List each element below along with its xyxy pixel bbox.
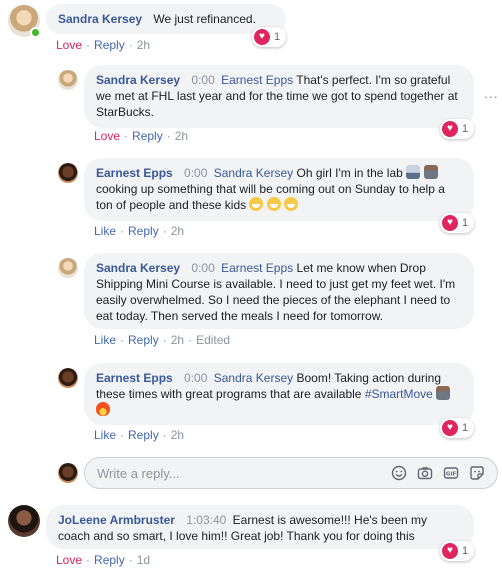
grinning-emoji-icon	[249, 197, 264, 211]
comment-time[interactable]: 2h	[171, 333, 184, 347]
comment-actions: Love · Reply · 1d	[56, 553, 151, 567]
heart-icon: ♥	[442, 420, 458, 436]
like-button[interactable]: Like	[94, 333, 116, 347]
comment-time[interactable]: 1d	[137, 553, 150, 567]
reply-button[interactable]: Reply	[94, 553, 125, 567]
avatar[interactable]	[58, 163, 78, 183]
svg-text:GIF: GIF	[446, 472, 457, 478]
heart-icon: ♥	[254, 29, 270, 45]
avatar[interactable]	[8, 505, 40, 537]
comment-author[interactable]: JoLeene Armbruster	[58, 513, 175, 527]
reply-placeholder: Write a reply...	[97, 465, 180, 481]
online-status-icon	[30, 27, 41, 38]
comment-time[interactable]: 2h	[175, 129, 188, 143]
comment-bubble: Earnest Epps 0:00 Sandra Kersey Boom! Ta…	[84, 363, 474, 425]
emoji-icon[interactable]	[391, 465, 407, 481]
comment-bubble: Sandra Kersey 0:00 Earnest Epps Let me k…	[84, 253, 474, 329]
reaction-count[interactable]: ♥ 1	[440, 541, 475, 561]
mention-link[interactable]: Earnest Epps	[221, 73, 293, 87]
reply-button[interactable]: Reply	[94, 38, 125, 52]
person-emoji-icon	[423, 165, 438, 179]
camera-icon[interactable]	[417, 465, 433, 481]
comment-actions: Love · Reply · 2h	[94, 129, 189, 143]
reply-button[interactable]: Reply	[128, 333, 159, 347]
comment-bubble: Sandra Kersey 0:00 Earnest Epps That's p…	[84, 65, 474, 128]
love-button[interactable]: Love	[56, 38, 82, 52]
mention-link[interactable]: Sandra Kersey	[214, 371, 293, 385]
comment-time[interactable]: 2h	[137, 38, 150, 52]
comment-actions: Love · Reply · 2h	[56, 38, 151, 52]
gif-icon[interactable]: GIF	[443, 465, 459, 481]
video-timestamp[interactable]: 0:00	[184, 166, 207, 180]
love-button[interactable]: Love	[94, 129, 120, 143]
comment-bubble: JoLeene Armbruster 1:03:40 Earnest is aw…	[46, 505, 474, 549]
heart-icon: ♥	[442, 121, 458, 137]
current-user-avatar	[58, 463, 78, 483]
comment-author[interactable]: Sandra Kersey	[58, 12, 142, 26]
comment-author[interactable]: Earnest Epps	[96, 371, 173, 385]
video-timestamp[interactable]: 1:03:40	[186, 513, 226, 527]
hashtag-link[interactable]: #SmartMove	[365, 387, 433, 401]
avatar[interactable]	[58, 258, 78, 278]
video-timestamp[interactable]: 0:00	[184, 371, 207, 385]
comment-actions: Like · Reply · 2h	[94, 428, 185, 442]
grinning-emoji-icon	[284, 197, 299, 211]
comment-time[interactable]: 2h	[171, 224, 184, 238]
reply-input[interactable]: Write a reply... GIF	[84, 457, 498, 489]
comment-actions: Like · Reply · 2h	[94, 224, 185, 238]
avatar[interactable]	[58, 368, 78, 388]
love-button[interactable]: Love	[56, 553, 82, 567]
comment-text: We just refinanced.	[153, 12, 256, 26]
more-options-icon[interactable]: ...	[484, 85, 499, 101]
reply-button[interactable]: Reply	[132, 129, 163, 143]
laboratory-emoji-icon	[406, 165, 421, 179]
comment-author[interactable]: Sandra Kersey	[96, 261, 180, 275]
sticker-icon[interactable]	[469, 465, 485, 481]
reaction-count[interactable]: ♥ 1	[440, 213, 475, 233]
reply-tools: GIF	[391, 465, 497, 481]
fire-emoji-icon	[96, 402, 110, 416]
reaction-count[interactable]: ♥ 1	[252, 27, 287, 47]
reply-button[interactable]: Reply	[128, 224, 159, 238]
video-timestamp[interactable]: 0:00	[191, 73, 214, 87]
comment-time[interactable]: 2h	[171, 428, 184, 442]
comment-text: Oh girl I'm in the lab	[296, 166, 403, 180]
heart-icon: ♥	[442, 543, 458, 559]
video-timestamp[interactable]: 0:00	[191, 261, 214, 275]
grinning-emoji-icon	[266, 197, 281, 211]
mention-link[interactable]: Sandra Kersey	[214, 166, 293, 180]
comment-author[interactable]: Sandra Kersey	[96, 73, 180, 87]
person-emoji-icon	[436, 386, 451, 400]
edited-label[interactable]: Edited	[196, 333, 230, 347]
reaction-count[interactable]: ♥ 1	[440, 119, 475, 139]
comment-actions: Like · Reply · 2h · Edited	[94, 333, 231, 347]
like-button[interactable]: Like	[94, 224, 116, 238]
like-button[interactable]: Like	[94, 428, 116, 442]
comment-author[interactable]: Earnest Epps	[96, 166, 173, 180]
comment-bubble: Sandra Kersey We just refinanced.	[46, 4, 286, 34]
avatar[interactable]	[58, 70, 78, 90]
reply-button[interactable]: Reply	[128, 428, 159, 442]
mention-link[interactable]: Earnest Epps	[221, 261, 293, 275]
heart-icon: ♥	[442, 215, 458, 231]
comment-bubble: Earnest Epps 0:00 Sandra Kersey Oh girl …	[84, 158, 474, 221]
reaction-count[interactable]: ♥ 1	[440, 418, 475, 438]
